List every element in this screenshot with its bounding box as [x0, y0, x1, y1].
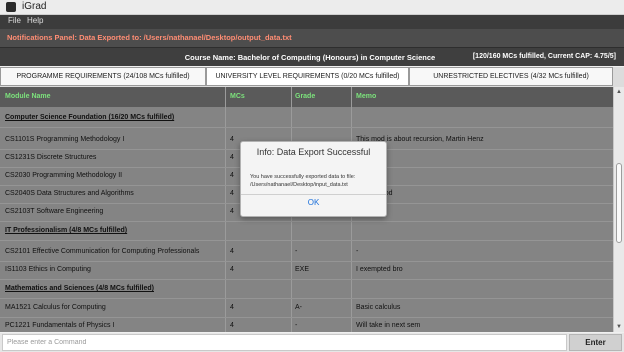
table-header: Module Name MCs Grade Memo [0, 87, 613, 107]
module-name: CS1101S Programming Methodology I [5, 136, 125, 143]
scrollbar-thumb[interactable] [616, 163, 622, 243]
menu-file[interactable]: File [8, 16, 21, 25]
module-name: CS1231S Discrete Structures [5, 154, 97, 161]
module-mcs: 4 [230, 154, 234, 161]
export-success-dialog: Info: Data Export Successful You have su… [240, 141, 387, 217]
menu-bar: File Help [0, 15, 624, 29]
table-group-header: Mathematics and Sciences (4/8 MCs fulfil… [0, 280, 613, 299]
window-title: iGrad [22, 1, 47, 12]
enter-button[interactable]: Enter [569, 334, 622, 351]
dialog-message-line1: You have successfully exported data to f… [250, 174, 356, 180]
tab-university-level-requirements[interactable]: UNIVERSITY LEVEL REQUIREMENTS (0/20 MCs … [206, 67, 409, 86]
module-mcs: 4 [230, 190, 234, 197]
course-summary: [120/160 MCs fulfilled, Current CAP: 4.7… [472, 53, 616, 60]
table-row[interactable]: MA1521 Calculus for Computing 4 A- Basic… [0, 299, 613, 318]
dialog-message: You have successfully exported data to f… [250, 173, 355, 189]
module-mcs: 4 [230, 172, 234, 179]
title-bar: iGrad [0, 0, 624, 15]
column-header-grade[interactable]: Grade [295, 93, 315, 100]
app-icon [6, 2, 16, 12]
group-title: IT Professionalism (4/8 MCs fulfilled) [5, 227, 128, 234]
tab-unrestricted-electives[interactable]: UNRESTRICTED ELECTIVES (4/32 MCs fulfill… [409, 67, 613, 86]
ok-button[interactable]: OK [241, 198, 386, 207]
module-mcs: 4 [230, 266, 234, 273]
column-header-mcs[interactable]: MCs [230, 93, 245, 100]
tab-programme-requirements[interactable]: PROGRAMME REQUIREMENTS (24/108 MCs fulfi… [0, 67, 206, 86]
group-title: Computer Science Foundation (16/20 MCs f… [5, 114, 175, 121]
module-name: IS1103 Ethics in Computing [5, 266, 91, 273]
dialog-divider [241, 194, 386, 195]
scroll-down-icon[interactable]: ▼ [616, 324, 622, 330]
module-grade: EXE [295, 266, 310, 273]
table-group-header: IT Professionalism (4/8 MCs fulfilled) [0, 222, 613, 241]
command-input[interactable] [2, 334, 567, 351]
module-name: CS2040S Data Structures and Algorithms [5, 190, 134, 197]
module-mcs: 4 [230, 322, 234, 329]
column-header-module[interactable]: Module Name [5, 93, 51, 100]
command-bar: Enter [0, 333, 624, 352]
module-mcs: 4 [230, 304, 234, 311]
module-memo: I exempted bro [356, 266, 403, 273]
notification-text: Notifications Panel: Data Exported to: /… [7, 33, 292, 42]
group-title: Mathematics and Sciences (4/8 MCs fulfil… [5, 285, 154, 292]
module-grade: - [295, 322, 298, 329]
module-name: MA1521 Calculus for Computing [5, 304, 106, 311]
dialog-message-line2: /Users/nathanael/Desktop/input_data.txt [250, 182, 348, 188]
module-name: CS2103T Software Engineering [5, 208, 104, 215]
module-memo: Basic calculus [356, 304, 401, 311]
module-name: PC1221 Fundamentals of Physics I [5, 322, 115, 329]
menu-help[interactable]: Help [27, 16, 43, 25]
table-row[interactable]: PC1221 Fundamentals of Physics I 4 - Wil… [0, 317, 613, 332]
dialog-title: Info: Data Export Successful [256, 147, 371, 157]
module-grade: A- [295, 304, 302, 311]
table-group-header: Computer Science Foundation (16/20 MCs f… [0, 109, 613, 128]
table-row[interactable]: CS2101 Effective Communication for Compu… [0, 243, 613, 262]
column-header-memo[interactable]: Memo [356, 93, 376, 100]
course-info-bar: Course Name: Bachelor of Computing (Hono… [0, 48, 624, 66]
table-scrollbar[interactable]: ▲ ▼ [613, 87, 624, 332]
module-grade: - [295, 248, 298, 255]
module-mcs: 4 [230, 248, 234, 255]
module-memo: Will take in next sem [356, 322, 421, 329]
table-row[interactable]: IS1103 Ethics in Computing 4 EXE I exemp… [0, 261, 613, 280]
scroll-up-icon[interactable]: ▲ [616, 89, 622, 95]
requirement-tabs: PROGRAMME REQUIREMENTS (24/108 MCs fulfi… [0, 67, 624, 87]
module-mcs: 4 [230, 136, 234, 143]
notifications-panel: Notifications Panel: Data Exported to: /… [0, 29, 624, 48]
module-mcs: 4 [230, 208, 234, 215]
module-name: CS2030 Programming Methodology II [5, 172, 123, 179]
module-name: CS2101 Effective Communication for Compu… [5, 248, 200, 255]
module-memo: - [356, 248, 359, 255]
